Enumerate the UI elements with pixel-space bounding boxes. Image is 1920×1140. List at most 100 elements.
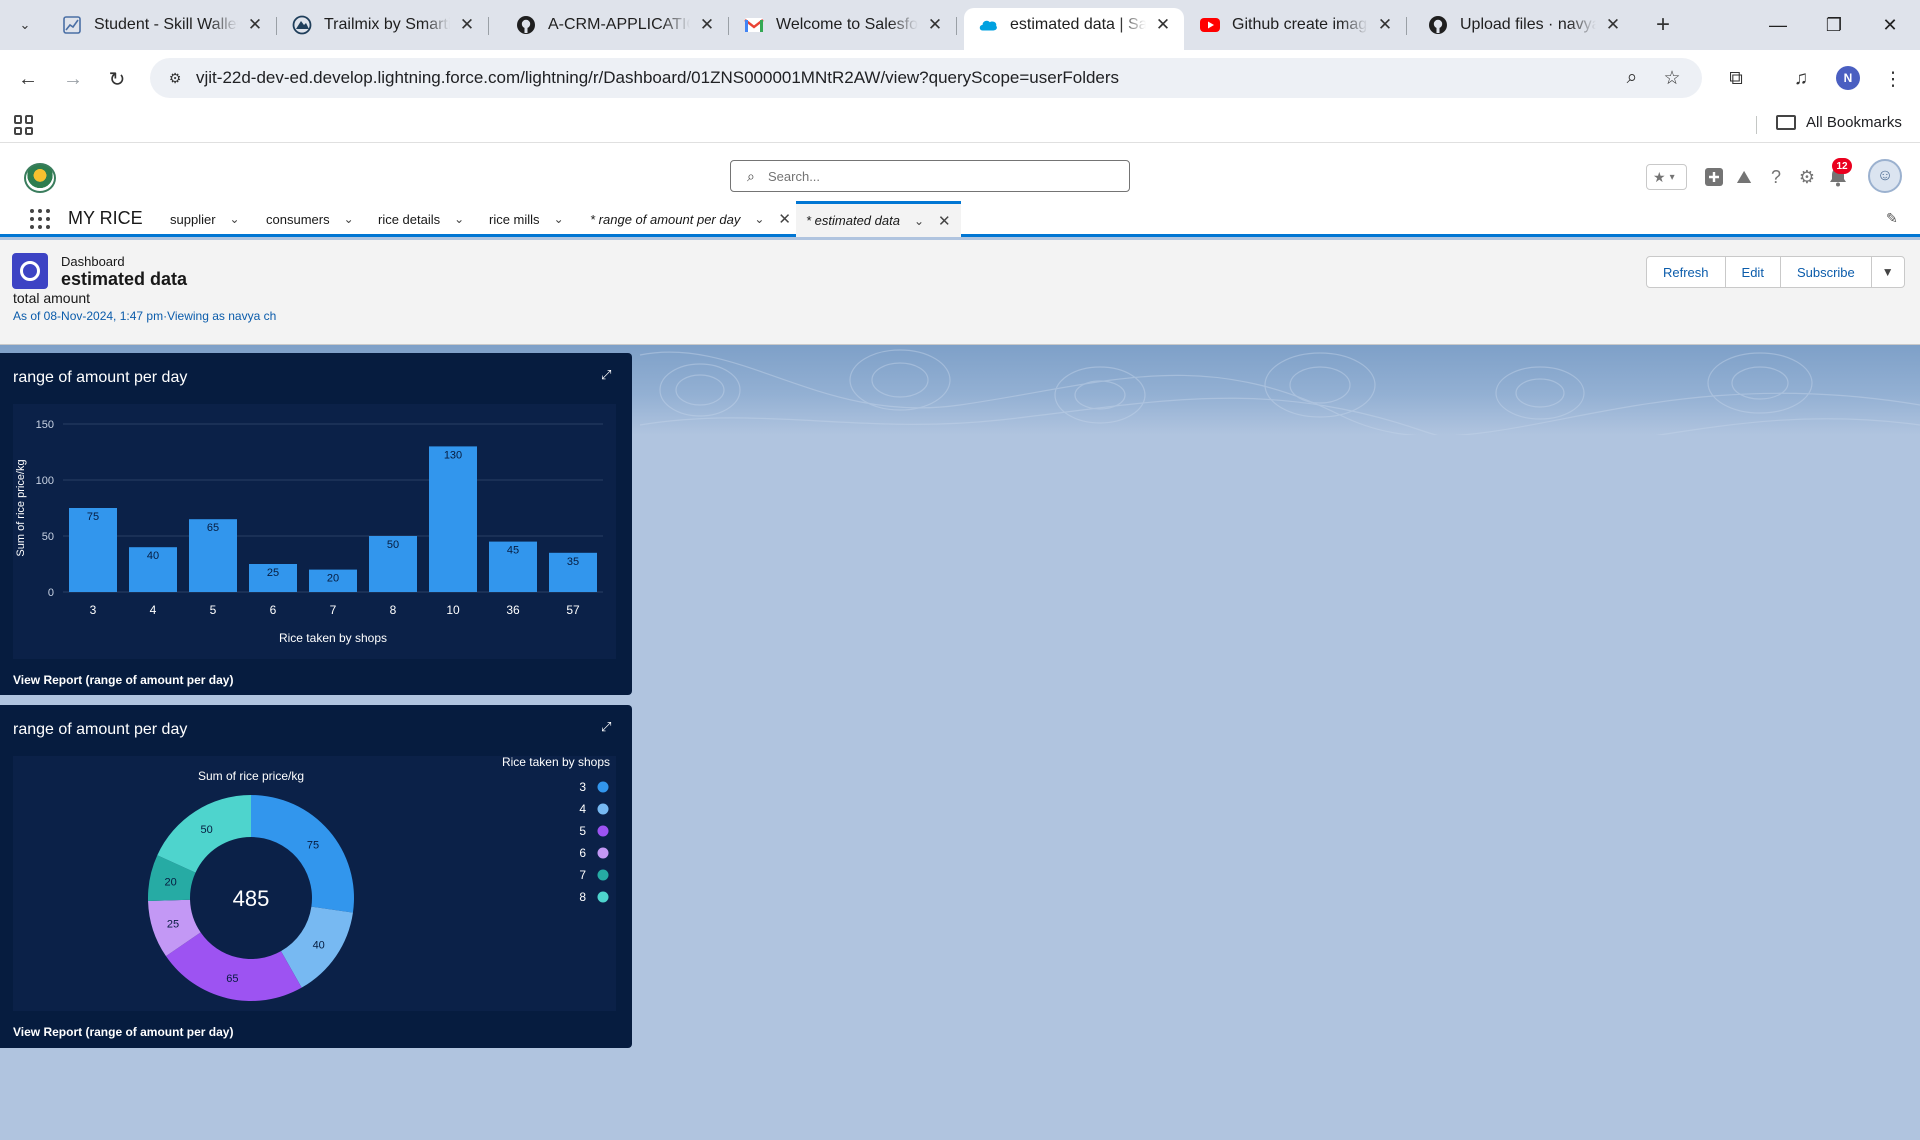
view-report-link[interactable]: View Report (range of amount per day) (13, 1025, 233, 1039)
y-tick-label: 100 (36, 475, 54, 487)
legend-swatch (597, 825, 609, 837)
bar-chart[interactable]: 0 50 100 150 75 3 40 4 65 5 25 6 20 7 50 8 130 10 45 36 35 57… (13, 404, 616, 659)
forward-arrow-icon[interactable]: → (58, 64, 88, 94)
subscribe-button[interactable]: Subscribe (1781, 257, 1872, 287)
edit-button[interactable]: Edit (1726, 257, 1781, 287)
object-type-label: Dashboard (61, 254, 125, 269)
all-bookmarks-label: All Bookmarks (1806, 114, 1902, 131)
zoom-icon[interactable]: ⌕ (1620, 66, 1644, 90)
browser-tab-strip: ⌄ Student - Skill Wallet ✕ Trailmix by S… (0, 0, 1920, 50)
nav-tab-range-of-amount-per-day[interactable]: * range of amount per day ⌄ ✕ (590, 201, 791, 237)
extensions-puzzle-icon[interactable]: ⧉ (1721, 64, 1751, 94)
site-settings-icon[interactable]: ⚙ (164, 67, 186, 89)
close-tab-icon[interactable]: ✕ (778, 210, 791, 228)
tab-close-icon[interactable]: ✕ (244, 14, 266, 36)
nav-item-consumers[interactable]: consumers ⌄ (266, 201, 354, 237)
nav-item-label: * estimated data (806, 213, 900, 228)
chevron-down-icon[interactable]: ⌄ (344, 212, 354, 226)
edit-nav-pencil-icon[interactable]: ✎ (1886, 210, 1898, 227)
tab-close-icon[interactable]: ✕ (696, 14, 718, 36)
org-logo[interactable] (24, 163, 56, 193)
gmail-icon (744, 15, 764, 35)
chevron-down-icon[interactable]: ⌄ (230, 212, 240, 226)
back-arrow-icon[interactable]: ← (13, 64, 43, 94)
close-window-icon[interactable]: ✕ (1870, 10, 1910, 40)
all-bookmarks-button[interactable]: All Bookmarks (1776, 114, 1902, 131)
tab-title: estimated data | Sale (1010, 16, 1146, 33)
media-controls-icon[interactable]: ♫ (1786, 64, 1816, 94)
nav-item-label: rice mills (489, 211, 540, 227)
search-placeholder: Search... (768, 169, 821, 184)
address-bar[interactable]: ⚙ vjit-22d-dev-ed.develop.lightning.forc… (150, 58, 1702, 98)
y-tick-label: 0 (48, 587, 54, 599)
global-actions-plus-icon[interactable] (1702, 165, 1726, 189)
dashboard-widget-bar-chart: range of amount per day ⤢ 0 50 100 150 75 3 40… (0, 353, 632, 695)
minimize-icon[interactable]: — (1758, 10, 1798, 40)
tab-close-icon[interactable]: ✕ (1152, 14, 1174, 36)
tab-close-icon[interactable]: ✕ (456, 14, 478, 36)
star-icon: ★ (1653, 168, 1666, 185)
browser-tab-active[interactable]: estimated data | Sale ✕ (964, 8, 1184, 50)
chevron-down-icon[interactable]: ⌄ (754, 212, 764, 226)
new-tab-plus-icon[interactable]: + (1650, 11, 1676, 38)
user-avatar[interactable]: ☺ (1868, 159, 1902, 193)
restore-window-icon[interactable]: ❐ (1814, 10, 1854, 40)
browser-tab[interactable]: Github create images ✕ (1186, 8, 1407, 42)
profile-avatar[interactable]: N (1836, 66, 1860, 90)
tab-close-icon[interactable]: ✕ (1602, 14, 1624, 36)
github-icon (516, 15, 536, 35)
browser-tab[interactable]: A-CRM-APPLICATION ✕ (502, 8, 729, 42)
setup-gear-icon[interactable]: ⚙ (1795, 165, 1819, 189)
expand-icon[interactable]: ⤢ (601, 719, 611, 735)
tab-title: A-CRM-APPLICATION (548, 16, 690, 33)
x-tick-label: 4 (150, 603, 157, 617)
address-url[interactable]: vjit-22d-dev-ed.develop.lightning.force.… (196, 68, 1119, 88)
reload-icon[interactable]: ↻ (102, 64, 132, 94)
trailhead-guidance-icon[interactable]: ⛰ (1732, 165, 1756, 189)
youtube-icon (1200, 15, 1220, 35)
bar[interactable] (429, 446, 477, 592)
apps-grid-icon[interactable] (14, 115, 34, 135)
legend-title: Rice taken by shops (502, 756, 610, 769)
chevron-down-icon[interactable]: ⌄ (454, 212, 464, 226)
view-report-link[interactable]: View Report (range of amount per day) (13, 673, 233, 687)
donut-slice[interactable] (165, 932, 302, 1001)
search-icon: ⌕ (747, 168, 755, 184)
favorites-button[interactable]: ★ ▾ (1646, 164, 1687, 190)
chevron-down-icon[interactable]: ⌄ (554, 212, 564, 226)
bar-value-label: 40 (147, 550, 159, 562)
browser-tab[interactable]: Student - Skill Wallet ✕ (48, 8, 277, 42)
bookmark-star-icon[interactable]: ☆ (1660, 66, 1684, 90)
global-search-input[interactable]: ⌕ Search... (730, 160, 1130, 192)
legend-label: 4 (579, 802, 586, 816)
slice-value-label: 25 (167, 918, 179, 930)
nav-item-rice-details[interactable]: rice details ⌄ (378, 201, 464, 237)
tab-title: Welcome to Salesfor (776, 16, 918, 33)
expand-icon[interactable]: ⤢ (601, 367, 611, 383)
tab-close-icon[interactable]: ✕ (1374, 14, 1396, 36)
refresh-button[interactable]: Refresh (1647, 257, 1726, 287)
widget-title: range of amount per day (13, 721, 188, 738)
browser-tab[interactable]: Trailmix by Smartinte ✕ (278, 8, 489, 42)
donut-center-total: 485 (233, 886, 270, 911)
app-launcher-icon[interactable] (30, 209, 50, 229)
close-tab-icon[interactable]: ✕ (938, 212, 951, 230)
nav-item-supplier[interactable]: supplier ⌄ (170, 201, 240, 237)
donut-chart[interactable]: Sum of rice price/kg754065252050485Rice … (13, 755, 616, 1011)
chevron-down-icon: ▾ (1669, 171, 1675, 183)
y-tick-label: 50 (42, 531, 54, 543)
x-tick-label: 6 (270, 603, 277, 617)
tab-search-chevron-icon[interactable]: ⌄ (12, 12, 38, 38)
nav-item-rice-mills[interactable]: rice mills ⌄ (489, 201, 564, 237)
dashboard-action-buttons: Refresh Edit Subscribe ▼ (1646, 256, 1905, 288)
bar-value-label: 50 (387, 539, 399, 551)
more-actions-chevron-down-icon[interactable]: ▼ (1872, 257, 1904, 287)
x-tick-label: 7 (330, 603, 337, 617)
more-menu-icon[interactable]: ⋮ (1878, 64, 1908, 94)
nav-tab-estimated-data[interactable]: * estimated data ⌄ ✕ (796, 201, 961, 237)
chevron-down-icon[interactable]: ⌄ (914, 214, 924, 228)
tab-close-icon[interactable]: ✕ (924, 14, 946, 36)
help-icon[interactable]: ? (1764, 165, 1788, 189)
browser-tab[interactable]: Upload files · navya7 ✕ (1414, 8, 1634, 42)
browser-tab[interactable]: Welcome to Salesfor ✕ (730, 8, 957, 42)
